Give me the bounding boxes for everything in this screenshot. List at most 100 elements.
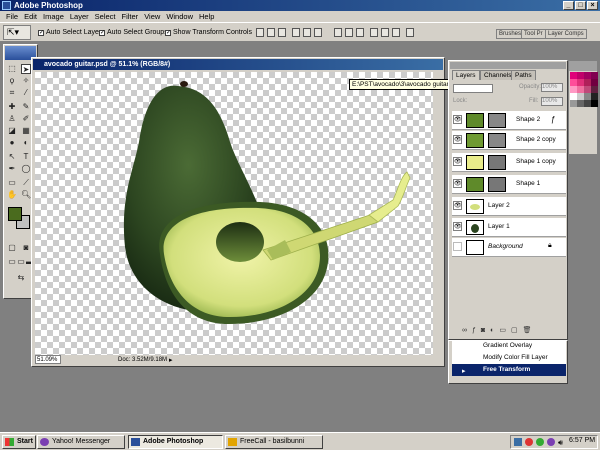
move-tool-icon[interactable]: ➤ <box>21 64 31 74</box>
distribute-left-icon[interactable] <box>370 28 378 37</box>
start-button[interactable]: Start <box>2 435 36 449</box>
layers-footer-buttons[interactable]: ∞ƒ◙◐▭▢🗑︎ <box>452 326 566 337</box>
distribute-hcenter-icon[interactable] <box>381 28 389 37</box>
standard-mode-icon[interactable]: ▢ <box>7 243 17 253</box>
visibility-eye-icon[interactable]: 👁︎ <box>453 201 462 210</box>
show-transform-controls-checkbox[interactable]: ✓ <box>165 29 171 36</box>
eraser-tool-icon[interactable]: ◪ <box>7 126 17 136</box>
quick-mask-icon[interactable]: ◙ <box>21 243 31 253</box>
gradient-tool-icon[interactable]: ▦ <box>21 126 31 136</box>
align-bottom-icon[interactable] <box>278 28 286 37</box>
menu-layer[interactable]: Layer <box>67 12 92 21</box>
menu-select[interactable]: Select <box>92 12 119 21</box>
align-right-icon[interactable] <box>314 28 322 37</box>
visibility-eye-icon[interactable]: 👁︎ <box>453 222 462 231</box>
menu-help[interactable]: Help <box>196 12 217 21</box>
well-tab-brushes[interactable]: Brushes <box>496 29 525 39</box>
history-item[interactable]: Modify Color Fill Layer <box>452 352 566 364</box>
distribute-right-icon[interactable] <box>392 28 400 37</box>
zoom-tool-icon[interactable]: 🔍︎ <box>21 190 31 200</box>
jump-to-imageready-icon[interactable]: ⇆ <box>11 273 31 283</box>
status-menu-arrow-icon[interactable]: ▸ <box>169 356 173 366</box>
dodge-tool-icon[interactable]: ◐ <box>21 138 31 148</box>
lasso-tool-icon[interactable]: ϙ <box>7 76 17 86</box>
layer-row-shape-1[interactable]: 👁︎ Shape 1 <box>452 175 566 194</box>
distribute-vcenter-icon[interactable] <box>345 28 353 37</box>
path-selection-icon[interactable]: ↖ <box>7 152 17 162</box>
foreground-color-swatch[interactable] <box>8 207 22 221</box>
messenger-tray-icon[interactable] <box>536 438 544 446</box>
network-icon[interactable] <box>514 438 522 446</box>
align-top-icon[interactable] <box>256 28 264 37</box>
slice-tool-icon[interactable]: ⁄ <box>21 88 31 98</box>
tab-paths[interactable]: Paths <box>511 70 536 80</box>
distribute-top-icon[interactable] <box>334 28 342 37</box>
maximize-button[interactable]: □ <box>575 1 586 10</box>
menu-edit[interactable]: Edit <box>21 12 40 21</box>
yahoo-tray-icon[interactable] <box>547 438 555 446</box>
menu-window[interactable]: Window <box>163 12 196 21</box>
align-vcenter-icon[interactable] <box>267 28 275 37</box>
opacity-field[interactable]: 100% <box>541 83 563 92</box>
antivirus-icon[interactable] <box>525 438 533 446</box>
brush-tool-icon[interactable]: ✎ <box>21 102 31 112</box>
well-tab-layer-comps[interactable]: Layer Comps <box>545 29 587 39</box>
zoom-field[interactable]: 51.09% <box>35 355 61 364</box>
pen-tool-icon[interactable]: ✒ <box>7 164 17 174</box>
menu-file[interactable]: File <box>3 12 21 21</box>
eyedropper-tool-icon[interactable]: ⟋ <box>21 178 31 188</box>
taskbar-adobe-photoshop[interactable]: Adobe Photoshop <box>128 435 223 449</box>
hand-tool-icon[interactable]: ✋ <box>7 190 17 200</box>
align-left-icon[interactable] <box>292 28 300 37</box>
magic-wand-tool-icon[interactable]: ✧ <box>21 76 31 86</box>
visibility-box[interactable] <box>453 242 462 251</box>
menu-view[interactable]: View <box>141 12 163 21</box>
palette-title-bar[interactable] <box>450 62 566 69</box>
shape-tool-icon[interactable]: ◯ <box>21 164 31 174</box>
tab-layers[interactable]: Layers <box>452 70 480 80</box>
menu-image[interactable]: Image <box>40 12 67 21</box>
taskbar-freecall[interactable]: FreeCall - basilbunni <box>225 435 323 449</box>
auto-select-groups-label: Auto Select Groups <box>107 29 168 36</box>
taskbar-yahoo-messenger[interactable]: Yahoo! Messenger <box>37 435 125 449</box>
healing-brush-icon[interactable]: ✚ <box>7 102 17 112</box>
auto-select-layer-option[interactable]: ✓ Auto Select Layer <box>38 29 101 36</box>
notes-tool-icon[interactable]: ▭ <box>7 178 17 188</box>
layer-row-background[interactable]: Background 🔒︎ <box>452 238 566 257</box>
distribute-bottom-icon[interactable] <box>356 28 364 37</box>
visibility-eye-icon[interactable]: 👁︎ <box>453 115 462 124</box>
close-button[interactable]: × <box>587 1 598 10</box>
canvas[interactable] <box>35 72 433 355</box>
history-brush-icon[interactable]: ✐ <box>21 114 31 124</box>
visibility-eye-icon[interactable]: 👁︎ <box>453 179 462 188</box>
volume-icon[interactable]: 🔊︎ <box>558 438 563 448</box>
auto-select-groups-checkbox[interactable]: ✓ <box>99 29 105 36</box>
marquee-tool-icon[interactable]: ⬚ <box>7 64 17 74</box>
swatch-grid[interactable] <box>569 71 598 108</box>
layer-row-shape-1-copy[interactable]: 👁︎ Shape 1 copy <box>452 153 566 172</box>
history-item-selected[interactable]: Free Transform <box>452 364 566 376</box>
show-transform-controls-option[interactable]: ✓ Show Transform Controls <box>165 29 252 36</box>
move-tool-preset-icon[interactable]: ⇱▾ <box>3 25 31 40</box>
auto-select-groups-option[interactable]: ✓ Auto Select Groups <box>99 29 168 36</box>
visibility-eye-icon[interactable]: 👁︎ <box>453 157 462 166</box>
layer-row-shape-2[interactable]: 👁︎ Shape 2 ƒ <box>452 111 566 130</box>
layer-row-shape-2-copy[interactable]: 👁︎ Shape 2 copy <box>452 131 566 150</box>
layer-row-layer-1[interactable]: 👁︎ Layer 1 <box>452 218 566 237</box>
menu-filter[interactable]: Filter <box>119 12 142 21</box>
minimize-button[interactable]: _ <box>563 1 574 10</box>
auto-align-icon[interactable] <box>406 28 414 37</box>
crop-tool-icon[interactable]: ⌗ <box>7 88 17 98</box>
blend-mode-select[interactable] <box>453 84 493 93</box>
well-tab-tool-presets[interactable]: Tool Pr <box>521 29 546 39</box>
fill-field[interactable]: 100% <box>541 97 563 106</box>
effects-icon[interactable]: ƒ <box>551 115 555 124</box>
type-tool-icon[interactable]: T <box>21 152 31 162</box>
auto-select-layer-checkbox[interactable]: ✓ <box>38 29 44 36</box>
layer-row-layer-2[interactable]: 👁︎ Layer 2 <box>452 197 566 216</box>
align-hcenter-icon[interactable] <box>303 28 311 37</box>
history-item[interactable]: Gradient Overlay <box>452 340 566 352</box>
clone-stamp-icon[interactable]: ♙ <box>7 114 17 124</box>
blur-tool-icon[interactable]: ● <box>7 138 17 148</box>
visibility-eye-icon[interactable]: 👁︎ <box>453 135 462 144</box>
